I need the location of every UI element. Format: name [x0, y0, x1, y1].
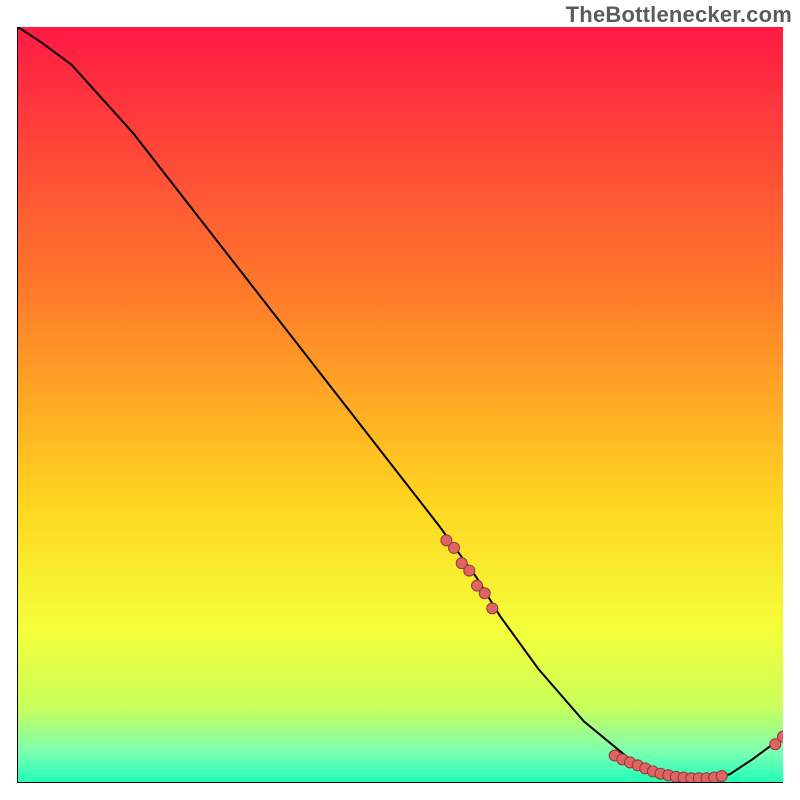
data-marker: [479, 588, 490, 599]
watermark-text: TheBottlenecker.com: [566, 2, 792, 28]
data-marker: [464, 565, 475, 576]
data-marker: [449, 542, 460, 553]
bottleneck-curve: [18, 27, 783, 778]
chart-container: TheBottlenecker.com: [0, 0, 800, 800]
plot-area: [17, 27, 783, 783]
curve-layer: [18, 27, 783, 782]
data-marker: [487, 603, 498, 614]
data-marker: [716, 771, 727, 782]
